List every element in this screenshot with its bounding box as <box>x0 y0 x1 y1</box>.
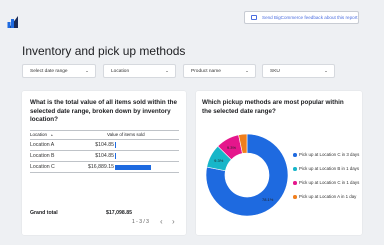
column-header-location[interactable]: Location ▲ <box>30 132 53 137</box>
slice-label: 78.1% <box>262 196 274 202</box>
value-bar <box>115 164 151 170</box>
sku-filter[interactable]: SKU <box>262 64 335 78</box>
send-feedback-button[interactable]: Send BigCommerce feedback about this rep… <box>244 11 359 24</box>
grand-total-label: Grand total <box>30 210 58 216</box>
product-name-filter[interactable]: Product name <box>183 64 256 78</box>
product-name-filter-label: Product name <box>191 68 221 74</box>
previous-page-button[interactable]: ‹ <box>160 217 163 226</box>
value-bar <box>115 153 116 159</box>
pie-card-title: Which pickup methods are most popular wi… <box>202 99 344 115</box>
legend-item[interactable]: Pick up at Location A in 1 day <box>293 194 361 199</box>
date-range-filter[interactable]: Select date range <box>22 64 96 78</box>
pickup-methods-donut-chart <box>205 133 289 217</box>
page-title: Inventory and pick up methods <box>22 44 186 58</box>
legend-swatch <box>293 195 297 199</box>
chevron-down-icon <box>166 70 168 72</box>
table-divider <box>30 150 179 151</box>
legend-swatch <box>293 167 297 171</box>
legend-item[interactable]: Pick up at Location C in 3 days <box>293 152 361 157</box>
grand-total-value: $17,098.85 <box>106 210 132 216</box>
sort-ascending-icon: ▲ <box>50 133 54 137</box>
legend-item[interactable]: Pick up at Location B in 1 days <box>293 166 361 171</box>
column-header-location-label: Location <box>30 132 48 137</box>
pagination-text: 1 - 3 / 3 <box>132 219 149 225</box>
table-card-title: What is the total value of all items sol… <box>30 99 177 123</box>
table-divider <box>30 172 179 173</box>
legend-item[interactable]: Pick up at Location C in 1 days <box>293 180 361 185</box>
legend-label: Pick up at Location B in 1 days <box>299 166 360 171</box>
location-filter-label: Location <box>111 68 130 74</box>
row-value: $104.85 <box>95 142 114 148</box>
next-page-button[interactable]: › <box>172 217 175 226</box>
chevron-down-icon <box>86 70 88 72</box>
date-range-filter-label: Select date range <box>30 68 68 74</box>
table-divider <box>30 161 179 162</box>
row-location: Location B <box>30 153 55 159</box>
slice-label: 9.3% <box>214 157 224 163</box>
row-location: Location A <box>30 142 55 148</box>
row-value: $16,889.15 <box>88 164 114 170</box>
legend-swatch <box>293 153 297 157</box>
message-icon <box>251 15 257 20</box>
value-bar <box>115 142 116 148</box>
slice-label: 9.3% <box>226 144 237 150</box>
chevron-down-icon <box>246 70 248 72</box>
table-divider <box>30 130 179 131</box>
row-location: Location C <box>30 164 55 170</box>
legend-label: Pick up at Location C in 1 days <box>299 180 360 185</box>
location-filter[interactable]: Location <box>103 64 176 78</box>
feedback-button-label: Send BigCommerce feedback about this rep… <box>262 15 358 20</box>
row-value: $104.85 <box>95 153 114 159</box>
sku-filter-label: SKU <box>270 68 280 74</box>
legend-label: Pick up at Location C in 3 days <box>299 152 360 157</box>
legend-label: Pick up at Location A in 1 day <box>299 194 357 199</box>
table-divider <box>30 139 179 140</box>
chevron-down-icon <box>325 70 327 72</box>
bigcommerce-logo-icon <box>7 16 18 28</box>
column-header-value[interactable]: Value of items sold <box>107 132 145 137</box>
legend-swatch <box>293 181 297 185</box>
